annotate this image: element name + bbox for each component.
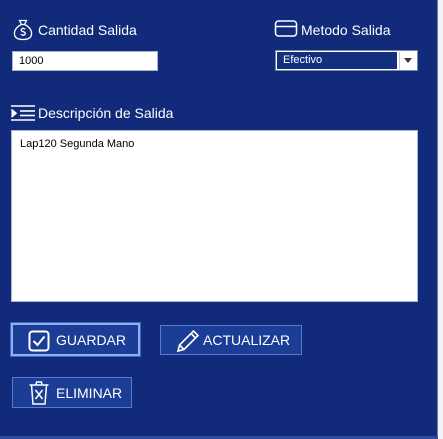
eliminar-button[interactable]: ELIMINAR: [12, 377, 132, 408]
actualizar-label: ACTUALIZAR: [203, 332, 291, 348]
money-bag-icon: [11, 17, 35, 41]
metodo-salida-select[interactable]: Efectivo: [275, 50, 418, 71]
trash-icon: [28, 380, 50, 406]
chevron-down-icon[interactable]: [399, 52, 416, 69]
pencil-icon: [175, 328, 201, 354]
guardar-button[interactable]: GUARDAR: [11, 323, 140, 356]
cantidad-salida-label: Cantidad Salida: [38, 22, 137, 38]
text-indent-icon: [10, 104, 36, 122]
window-edge: [438, 0, 443, 439]
descripcion-salida-label: Descripción de Salida: [38, 105, 174, 121]
salida-panel: Cantidad Salida 1000 Metodo Salida Efect…: [0, 0, 438, 439]
metodo-salida-value: Efectivo: [277, 52, 397, 69]
guardar-label: GUARDAR: [56, 331, 127, 348]
actualizar-button[interactable]: ACTUALIZAR: [160, 325, 302, 355]
checkbox-check-icon: [28, 330, 50, 352]
eliminar-label: ELIMINAR: [56, 384, 123, 401]
descripcion-salida-textarea[interactable]: Lap120 Segunda Mano: [11, 130, 418, 302]
metodo-salida-label: Metodo Salida: [301, 22, 391, 38]
credit-card-icon: [274, 19, 298, 39]
cantidad-salida-input[interactable]: 1000: [12, 51, 158, 71]
